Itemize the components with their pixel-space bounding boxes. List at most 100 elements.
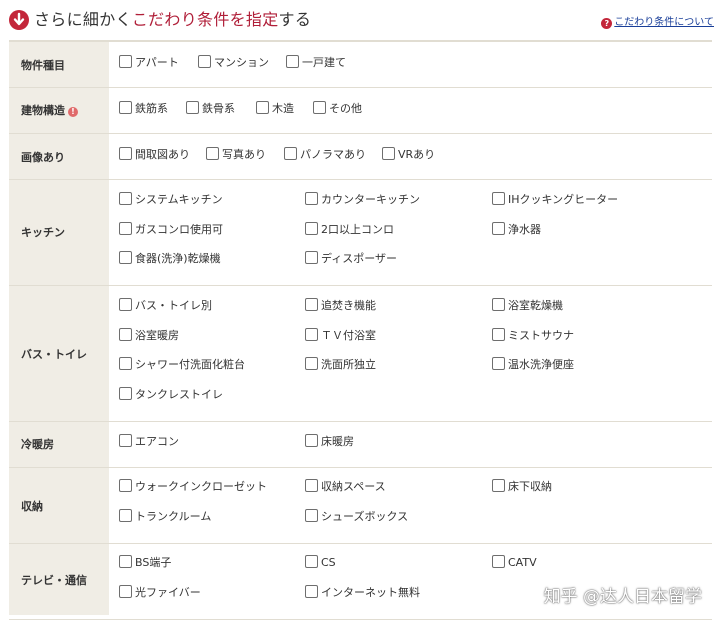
option-checkbox[interactable]: 浴室乾燥機	[492, 298, 563, 314]
option-checkbox[interactable]: カウンターキッチン	[305, 192, 420, 208]
option-checkbox[interactable]: システムキッチン	[119, 192, 223, 208]
option-checkbox[interactable]: 床下収納	[492, 479, 552, 495]
checkbox-icon[interactable]	[313, 101, 326, 114]
row-label: 画像あり	[21, 151, 65, 165]
option-label: 鉄骨系	[202, 102, 235, 115]
section-title: さらに細かくこだわり条件を指定する	[34, 10, 312, 29]
checkbox-icon[interactable]	[305, 434, 318, 447]
checkbox-icon[interactable]	[492, 327, 505, 341]
option-checkbox[interactable]: VRあり	[382, 147, 435, 163]
option-checkbox[interactable]: インターネット無料	[305, 584, 420, 601]
row-label-text: 建物構造	[21, 104, 65, 117]
checkbox-icon[interactable]	[119, 101, 132, 114]
option-label: 追焚き機能	[321, 299, 376, 312]
option-checkbox[interactable]: BS端子	[119, 555, 171, 571]
checkbox-icon[interactable]	[492, 357, 505, 370]
checkbox-icon[interactable]	[492, 555, 505, 568]
option-checkbox[interactable]: バス・トイレ別	[119, 298, 212, 314]
option-checkbox[interactable]: 追焚き機能	[305, 298, 376, 314]
option-checkbox[interactable]: CS	[305, 555, 336, 571]
option-checkbox[interactable]: CATV	[492, 555, 537, 571]
row-label: テレビ・通信	[21, 574, 87, 588]
info-icon[interactable]: !	[68, 107, 78, 117]
checkbox-icon[interactable]	[256, 101, 269, 114]
option-checkbox[interactable]: マンション	[198, 55, 269, 71]
option-checkbox[interactable]: ガスコンロ使用可	[119, 221, 223, 238]
option-checkbox[interactable]: 温水洗浄便座	[492, 357, 574, 373]
option-label: 間取図あり	[135, 148, 190, 161]
option-checkbox[interactable]: 写真あり	[206, 147, 266, 163]
option-checkbox[interactable]: ＴＶ付浴室	[305, 327, 376, 344]
checkbox-icon[interactable]	[305, 327, 318, 341]
option-label: BS端子	[135, 556, 172, 569]
row-label: 収納	[21, 500, 43, 514]
checkbox-icon[interactable]	[186, 101, 199, 114]
option-checkbox[interactable]: 間取図あり	[119, 147, 190, 163]
option-checkbox[interactable]: 2口以上コンロ	[305, 221, 394, 238]
option-checkbox[interactable]: ディスポーザー	[305, 251, 397, 267]
checkbox-icon[interactable]	[305, 555, 318, 568]
option-checkbox[interactable]: タンクレストイレ	[119, 386, 223, 403]
condition-row: キッチン システムキッチン カウンターキッチン IHクッキングヒーター ガスコンロ使用可…	[9, 180, 712, 286]
option-label: 温水洗浄便座	[508, 358, 574, 371]
checkbox-icon[interactable]	[119, 298, 132, 311]
option-label: IHクッキングヒーター	[508, 193, 619, 206]
option-checkbox[interactable]: 洗面所独立	[305, 357, 376, 373]
checkbox-icon[interactable]	[119, 357, 132, 370]
checkbox-icon[interactable]	[119, 327, 132, 341]
checkbox-icon[interactable]	[492, 479, 505, 492]
checkbox-icon[interactable]	[206, 147, 219, 160]
checkbox-icon[interactable]	[286, 55, 299, 68]
checkbox-icon[interactable]	[492, 221, 505, 235]
condition-row: バス・トイレ バス・トイレ別 追焚き機能 浴室乾燥機 浴室暖房 ＴＶ付浴室 ミストサウナ シャ…	[9, 286, 712, 422]
checkbox-icon[interactable]	[305, 298, 318, 311]
option-checkbox[interactable]: 木造	[256, 101, 294, 117]
checkbox-icon[interactable]	[119, 192, 132, 205]
help-link[interactable]: ? こだわり条件について	[601, 16, 714, 30]
checkbox-icon[interactable]	[119, 386, 132, 400]
checkbox-icon[interactable]	[119, 555, 132, 568]
checkbox-icon[interactable]	[119, 508, 132, 522]
option-checkbox[interactable]: シューズボックス	[305, 508, 408, 525]
checkbox-icon[interactable]	[492, 298, 505, 311]
options-cell: アパート マンション 一戸建て	[109, 42, 712, 87]
checkbox-icon[interactable]	[119, 221, 132, 235]
option-checkbox[interactable]: 光ファイバー	[119, 584, 201, 601]
checkbox-icon[interactable]	[492, 192, 505, 205]
option-label: エアコン	[135, 435, 179, 448]
checkbox-icon[interactable]	[284, 147, 297, 160]
option-checkbox[interactable]: 浴室暖房	[119, 327, 179, 344]
option-checkbox[interactable]: 食器(洗浄)乾燥機	[119, 251, 221, 267]
checkbox-icon[interactable]	[119, 147, 132, 160]
option-checkbox[interactable]: 床暖房	[305, 434, 354, 450]
option-checkbox[interactable]: IHクッキングヒーター	[492, 192, 618, 208]
checkbox-icon[interactable]	[305, 251, 318, 264]
option-checkbox[interactable]: 鉄筋系	[119, 101, 168, 117]
checkbox-icon[interactable]	[382, 147, 395, 160]
checkbox-icon[interactable]	[119, 584, 132, 598]
option-checkbox[interactable]: ミストサウナ	[492, 327, 574, 344]
option-checkbox[interactable]: パノラマあり	[284, 147, 366, 163]
option-checkbox[interactable]: トランクルーム	[119, 508, 211, 525]
option-checkbox[interactable]: ウォークインクローゼット	[119, 479, 267, 495]
checkbox-icon[interactable]	[305, 357, 318, 370]
option-checkbox[interactable]: 鉄骨系	[186, 101, 235, 117]
checkbox-icon[interactable]	[305, 192, 318, 205]
option-checkbox[interactable]: 収納スペース	[305, 479, 386, 495]
checkbox-icon[interactable]	[119, 434, 132, 447]
checkbox-icon[interactable]	[198, 55, 211, 68]
option-checkbox[interactable]: 浄水器	[492, 221, 541, 238]
option-label: ディスポーザー	[321, 252, 398, 265]
option-checkbox[interactable]: エアコン	[119, 434, 179, 450]
option-checkbox[interactable]: アパート	[119, 55, 179, 71]
option-checkbox[interactable]: その他	[313, 101, 362, 117]
checkbox-icon[interactable]	[305, 508, 318, 522]
option-checkbox[interactable]: 一戸建て	[286, 55, 346, 71]
checkbox-icon[interactable]	[119, 251, 132, 264]
checkbox-icon[interactable]	[305, 479, 318, 492]
checkbox-icon[interactable]	[305, 584, 318, 598]
checkbox-icon[interactable]	[119, 55, 132, 68]
checkbox-icon[interactable]	[305, 221, 318, 235]
checkbox-icon[interactable]	[119, 479, 132, 492]
option-checkbox[interactable]: シャワー付洗面化粧台	[119, 357, 245, 373]
